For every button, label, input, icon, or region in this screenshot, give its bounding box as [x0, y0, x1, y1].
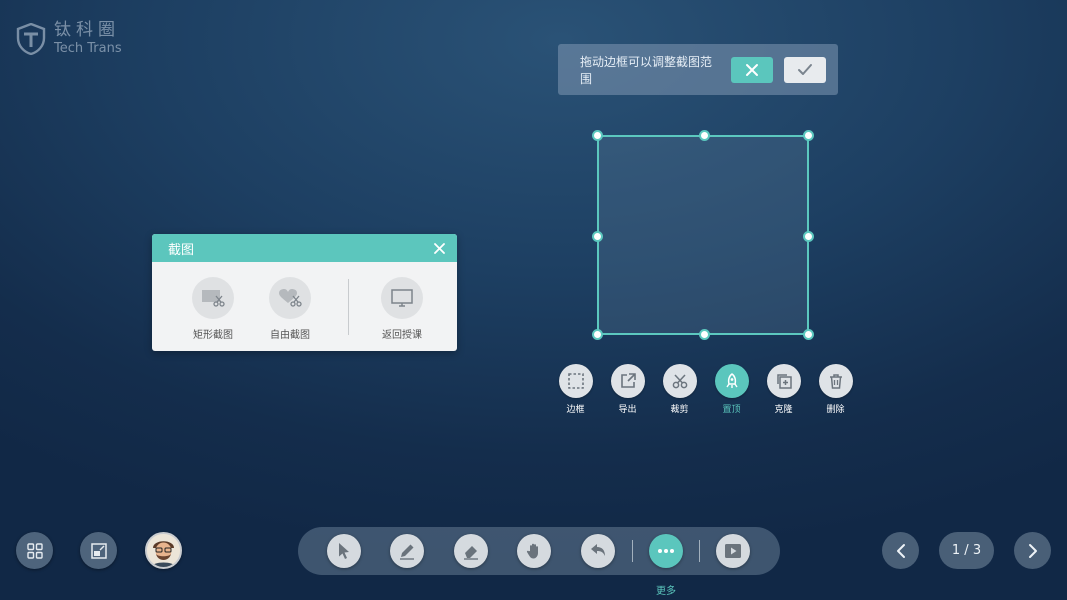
check-icon: [798, 63, 812, 75]
prev-page-button[interactable]: [882, 532, 919, 569]
presentation-button[interactable]: [716, 534, 750, 568]
dialog-body: 矩形截图 自由截图 返回授课: [152, 262, 457, 351]
tool-label: 边框: [566, 405, 585, 415]
tool-crop[interactable]: 裁剪: [662, 364, 697, 415]
toolbar-divider: [632, 540, 633, 562]
export-icon: [620, 373, 636, 388]
resize-handle-right[interactable]: [803, 231, 814, 242]
crop-hint-bar: 拖动边框可以调整截图范围: [558, 44, 838, 95]
tool-border[interactable]: 边框: [558, 364, 593, 415]
toolbar-divider: [699, 540, 700, 562]
more-icon: [658, 549, 674, 553]
minimize-window-icon: [90, 542, 107, 559]
resize-handle-top-left[interactable]: [592, 130, 603, 141]
resize-handle-top-right[interactable]: [803, 130, 814, 141]
avatar-image: [147, 534, 180, 567]
chevron-left-icon: [896, 543, 905, 558]
resize-handle-bottom-left[interactable]: [592, 329, 603, 340]
more-button[interactable]: [649, 534, 683, 568]
trash-icon: [829, 374, 842, 389]
dialog-item-label: 矩形截图: [193, 330, 233, 341]
resize-handle-top[interactable]: [699, 130, 710, 141]
pointer-icon: [339, 543, 349, 559]
hand-tool-button[interactable]: [517, 534, 551, 568]
border-icon: [567, 373, 584, 389]
rocket-icon: [725, 373, 738, 388]
more-button-label: 更多: [656, 586, 676, 597]
eraser-icon: [464, 546, 478, 560]
free-screenshot-button[interactable]: 自由截图: [260, 277, 320, 341]
tool-delete[interactable]: 删除: [818, 364, 853, 415]
tool-label: 置顶: [722, 405, 741, 415]
pen-icon: [400, 544, 414, 560]
crop-cancel-button[interactable]: [731, 56, 773, 83]
apps-grid-icon: [26, 542, 43, 559]
monitor-icon: [391, 289, 413, 307]
eraser-tool-button[interactable]: [454, 534, 488, 568]
pen-tool-button[interactable]: [390, 534, 424, 568]
screenshot-dialog: 截图 矩形截图 自由截图 返回授课: [152, 234, 457, 351]
tool-label: 导出: [618, 405, 637, 415]
logo-name-en: Tech Trans: [54, 41, 122, 56]
resize-handle-bottom-right[interactable]: [803, 329, 814, 340]
tool-label: 克隆: [774, 405, 793, 415]
tool-export[interactable]: 导出: [610, 364, 645, 415]
shield-logo-icon: [16, 22, 46, 55]
user-avatar[interactable]: [145, 532, 182, 569]
screenshot-selection-area[interactable]: [592, 130, 814, 340]
dialog-divider: [348, 279, 349, 335]
undo-button[interactable]: [581, 534, 615, 568]
clone-icon: [776, 374, 792, 389]
crop-confirm-button[interactable]: [784, 56, 826, 83]
logo-name-cn: 钛科圈: [54, 20, 120, 40]
next-page-button[interactable]: [1014, 532, 1051, 569]
rect-screenshot-button[interactable]: 矩形截图: [183, 277, 243, 341]
free-screenshot-icon: [279, 289, 302, 307]
apps-button[interactable]: [16, 532, 53, 569]
close-icon: [434, 242, 445, 254]
page-indicator: 1 / 3: [939, 532, 994, 569]
rect-screenshot-icon: [202, 290, 225, 307]
dialog-title: 截图: [168, 242, 195, 258]
minimize-window-button[interactable]: [80, 532, 117, 569]
close-icon: [746, 63, 758, 76]
hand-icon: [526, 543, 538, 559]
tool-label: 裁剪: [670, 405, 689, 415]
chevron-right-icon: [1028, 543, 1037, 558]
dialog-close-button[interactable]: [434, 242, 445, 254]
dialog-item-label: 自由截图: [270, 330, 310, 341]
dialog-item-label: 返回授课: [382, 330, 422, 341]
tool-bring-to-top[interactable]: 置顶: [714, 364, 749, 415]
selection-tools: 边框 导出 裁剪 置顶 克隆 删除: [558, 364, 853, 415]
return-to-class-button[interactable]: 返回授课: [372, 277, 432, 341]
tool-clone[interactable]: 克隆: [766, 364, 801, 415]
undo-icon: [591, 544, 605, 556]
play-icon: [725, 544, 741, 558]
logo: 钛科圈 Tech Trans: [16, 22, 122, 55]
dialog-header: 截图: [152, 234, 457, 262]
main-toolbar: [298, 527, 780, 575]
crop-hint-text: 拖动边框可以调整截图范围: [580, 54, 713, 86]
scissors-icon: [672, 374, 687, 389]
tool-label: 删除: [826, 405, 845, 415]
resize-handle-left[interactable]: [592, 231, 603, 242]
resize-handle-bottom[interactable]: [699, 329, 710, 340]
select-tool-button[interactable]: [327, 534, 361, 568]
